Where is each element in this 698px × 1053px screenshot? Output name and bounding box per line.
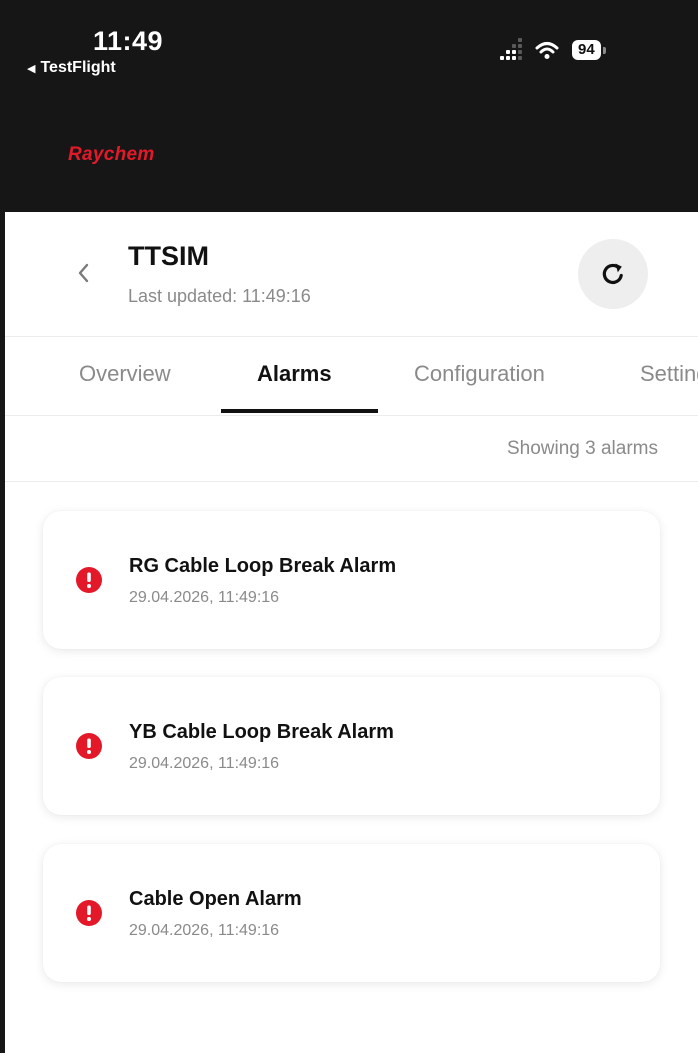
tab-bar: Overview Alarms Configuration Settings <box>0 336 698 416</box>
screen-frame-edge <box>0 0 5 1053</box>
alarm-title: RG Cable Loop Break Alarm <box>129 555 397 577</box>
last-updated: Last updated: 11:49:16 <box>128 286 311 306</box>
active-tab-indicator <box>221 409 378 413</box>
tab-configuration[interactable]: Configuration <box>414 361 545 387</box>
alert-circle-icon <box>76 733 102 759</box>
refresh-icon <box>602 263 623 285</box>
cellular-signal-icon <box>500 38 522 60</box>
device-header: TTSIM Last updated: 11:49:16 <box>0 212 698 337</box>
status-back-label: TestFlight <box>40 59 116 76</box>
battery-indicator: 94 <box>572 40 606 60</box>
chevron-left-icon <box>78 263 89 283</box>
alarm-card[interactable]: RG Cable Loop Break Alarm 29.04.2026, 11… <box>43 511 660 649</box>
back-button[interactable] <box>70 260 96 286</box>
alert-circle-icon <box>76 900 102 926</box>
tab-settings[interactable]: Settings <box>640 361 698 387</box>
status-time: 11:49 <box>93 26 164 56</box>
tab-overview[interactable]: Overview <box>79 361 171 387</box>
wifi-icon <box>535 42 559 59</box>
status-back-link[interactable]: ◀ TestFlight <box>27 59 116 77</box>
tab-alarms[interactable]: Alarms <box>257 361 332 387</box>
alarms-count-bar: Showing 3 alarms <box>0 416 698 482</box>
alarm-timestamp: 29.04.2026, 11:49:16 <box>129 589 280 606</box>
alarm-card[interactable]: YB Cable Loop Break Alarm 29.04.2026, 11… <box>43 677 660 815</box>
alert-circle-icon <box>76 567 102 593</box>
alarm-timestamp: 29.04.2026, 11:49:16 <box>129 755 280 772</box>
alarm-timestamp: 29.04.2026, 11:49:16 <box>129 922 280 939</box>
triangle-left-icon: ◀ <box>27 62 36 75</box>
alarm-title: Cable Open Alarm <box>129 888 302 910</box>
alarms-count: Showing 3 alarms <box>506 438 658 459</box>
alarm-title: YB Cable Loop Break Alarm <box>129 721 394 743</box>
battery-tip <box>602 46 606 54</box>
status-indicators: 94 <box>500 38 606 60</box>
device-name: TTSIM <box>128 241 209 271</box>
app-header: 11:49 ◀ TestFlight 94 Raychem <box>0 0 698 212</box>
battery-level: 94 <box>572 40 601 60</box>
brand-logo: Raychem <box>68 144 155 165</box>
alarm-card[interactable]: Cable Open Alarm 29.04.2026, 11:49:16 <box>43 844 660 982</box>
refresh-button[interactable] <box>578 239 648 309</box>
